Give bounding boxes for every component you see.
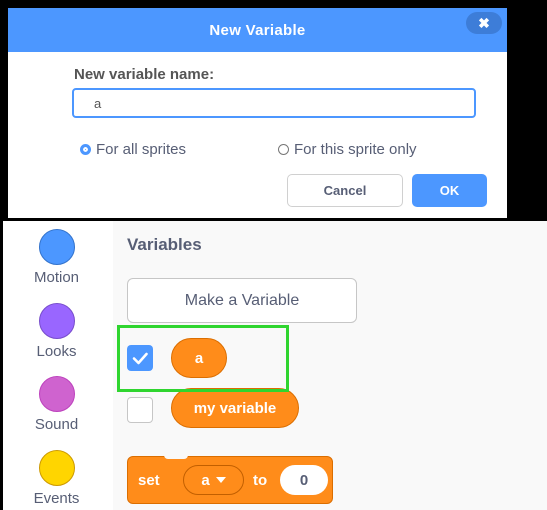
category-sound[interactable]: Sound	[0, 376, 113, 433]
ok-button[interactable]: OK	[412, 174, 487, 207]
looks-dot-icon	[38, 303, 75, 339]
my-variable-reporter[interactable]: my variable	[171, 388, 299, 428]
dialog-header: New Variable	[8, 8, 507, 52]
radio-label: For all sprites	[96, 141, 187, 158]
cancel-button[interactable]: Cancel	[287, 174, 403, 207]
set-keyword: set	[138, 472, 160, 489]
category-label: Motion	[33, 269, 80, 286]
category-label: Sound	[34, 416, 79, 433]
radio-unselected-icon	[278, 144, 289, 155]
block-notch	[164, 451, 188, 459]
block-palette: Variables Make a Variable a my variable …	[113, 221, 547, 510]
radio-for-all-sprites[interactable]: For all sprites	[80, 141, 186, 158]
category-label: Looks	[36, 343, 77, 360]
variable-name-input[interactable]	[72, 88, 476, 118]
dropdown-value: a	[201, 471, 210, 489]
category-label: Events	[33, 490, 80, 507]
category-motion[interactable]: Motion	[0, 229, 113, 286]
highlight-box	[117, 325, 289, 392]
category-sidebar: Motion Looks Sound Events	[0, 221, 113, 510]
variable-name-label: New variable name:	[74, 66, 215, 83]
radio-for-this-sprite-only[interactable]: For this sprite only	[278, 141, 417, 158]
radio-selected-icon	[80, 144, 91, 155]
sound-dot-icon	[38, 376, 75, 412]
dialog-body: New Variable New variable name: For all …	[8, 8, 507, 218]
close-icon: ✖	[478, 15, 490, 31]
new-variable-dialog: New Variable New variable name: For all …	[0, 0, 547, 221]
set-variable-block[interactable]: set a to 0	[127, 451, 333, 504]
to-keyword: to	[253, 472, 268, 489]
events-dot-icon	[38, 450, 75, 486]
variable-dropdown[interactable]: a	[183, 465, 244, 495]
make-a-variable-button[interactable]: Make a Variable	[127, 278, 357, 323]
value-input[interactable]: 0	[280, 465, 328, 495]
dialog-title: New Variable	[209, 22, 306, 39]
dropdown-arrow-icon	[215, 476, 226, 483]
category-looks[interactable]: Looks	[0, 303, 113, 360]
close-button[interactable]: ✖	[466, 12, 502, 34]
palette-section-title: Variables	[127, 235, 202, 254]
category-events[interactable]: Events	[0, 450, 113, 507]
motion-dot-icon	[38, 229, 75, 265]
radio-label: For this sprite only	[294, 141, 417, 158]
my-variable-checkbox[interactable]	[127, 397, 153, 423]
